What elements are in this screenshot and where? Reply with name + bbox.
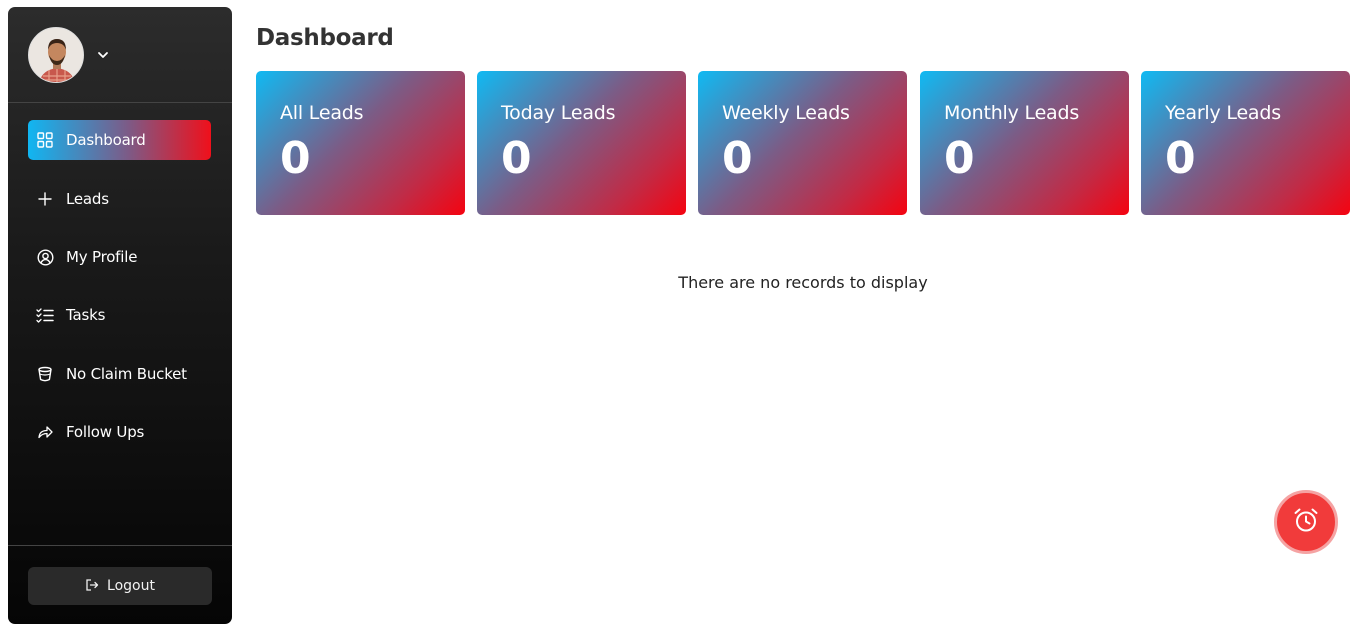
sidebar-item-dashboard[interactable]: Dashboard [28,120,211,160]
alarm-reminder-button[interactable] [1274,490,1338,554]
sidebar-item-follow-ups[interactable]: Follow Ups [28,412,211,452]
sidebar-item-label: Follow Ups [66,423,145,441]
sidebar-item-tasks[interactable]: Tasks [28,295,211,335]
stat-card-title: Today Leads [501,102,616,124]
empty-table-message: There are no records to display [678,273,928,292]
stat-card-yearly-leads[interactable]: Yearly Leads 0 [1141,71,1350,215]
stat-card-title: Weekly Leads [722,102,850,124]
stat-card-value: 0 [1165,133,1196,184]
forward-arrow-icon [36,423,54,441]
stat-card-today-leads[interactable]: Today Leads 0 [477,71,686,215]
user-avatar-image [29,28,83,82]
user-circle-icon [36,248,54,266]
stat-card-monthly-leads[interactable]: Monthly Leads 0 [920,71,1129,215]
logout-label: Logout [107,578,155,594]
sidebar-item-label: Dashboard [66,131,146,149]
sidebar-item-leads[interactable]: Leads [28,179,211,219]
stat-card-value: 0 [944,133,975,184]
plus-icon [36,190,54,208]
sidebar-item-label: My Profile [66,248,138,266]
profile-section [8,7,232,103]
chevron-down-icon[interactable] [96,47,110,61]
stat-card-value: 0 [722,133,753,184]
stat-card-all-leads[interactable]: All Leads 0 [256,71,465,215]
stat-card-title: All Leads [280,102,364,124]
page-title: Dashboard [256,25,394,51]
stat-card-title: Monthly Leads [944,102,1080,124]
sidebar-item-label: No Claim Bucket [66,365,187,383]
sidebar-item-no-claim-bucket[interactable]: No Claim Bucket [28,354,211,394]
sidebar-item-label: Leads [66,190,109,208]
logout-section: Logout [8,545,232,624]
bucket-icon [36,365,54,383]
sidebar: Dashboard Leads My Profile Tasks No Clai [8,7,232,624]
avatar[interactable] [28,27,84,83]
grid-icon [36,131,54,149]
stat-card-title: Yearly Leads [1165,102,1281,124]
stat-card-value: 0 [280,133,311,184]
stat-card-value: 0 [501,133,532,184]
sidebar-item-my-profile[interactable]: My Profile [28,237,211,277]
stat-card-weekly-leads[interactable]: Weekly Leads 0 [698,71,907,215]
alarm-clock-icon [1292,506,1320,538]
logout-button[interactable]: Logout [28,567,212,605]
checklist-icon [36,306,54,324]
sidebar-item-label: Tasks [66,306,106,324]
logout-icon [85,577,99,596]
